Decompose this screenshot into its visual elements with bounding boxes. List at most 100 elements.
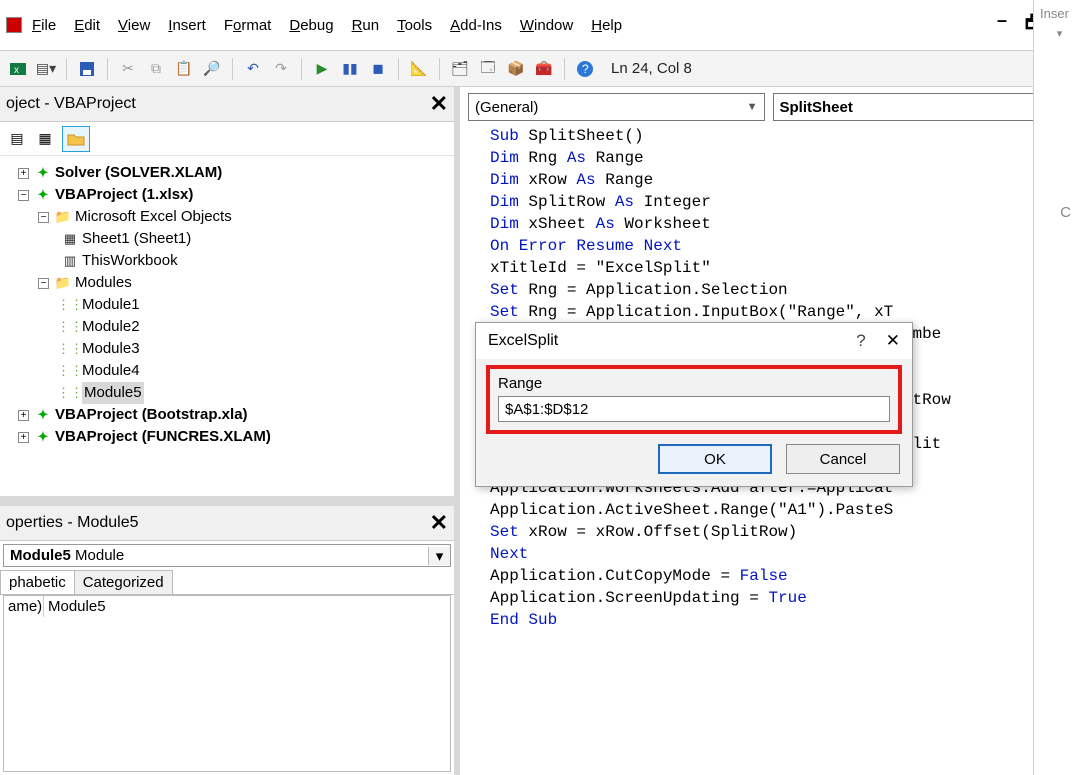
menu-help[interactable]: Help [591, 17, 622, 34]
properties-object-selector[interactable]: Module5 Module ▾ [3, 544, 451, 567]
tree-node-module3[interactable]: ⋮⋮Module3 [4, 338, 450, 360]
tree-node-bootstrap[interactable]: +✦VBAProject (Bootstrap.xla) [4, 404, 450, 426]
menu-view[interactable]: View [118, 17, 150, 34]
break-icon[interactable]: ▮▮ [338, 57, 362, 81]
module-icon: ⋮⋮ [62, 363, 78, 379]
project-explorer-title: oject - VBAProject [6, 95, 136, 113]
main-menu: File Edit View Insert Format Debug Run T… [32, 17, 622, 34]
svg-text:x: x [14, 65, 19, 76]
menu-format[interactable]: Format [224, 17, 272, 34]
properties-panel-close-icon[interactable]: ✕ [430, 510, 448, 536]
chevron-down-icon: ▾ [1034, 27, 1085, 40]
tab-categorized[interactable]: Categorized [74, 570, 173, 594]
properties-grid[interactable]: ame) Module5 [3, 595, 451, 772]
excel-icon[interactable]: x [6, 57, 30, 81]
menu-debug[interactable]: Debug [289, 17, 333, 34]
toggle-folders-icon[interactable] [62, 126, 90, 152]
dialog-titlebar[interactable]: ExcelSplit ? ✕ [476, 323, 912, 359]
view-dropdown-icon[interactable]: ▤▾ [34, 57, 58, 81]
undo-icon[interactable]: ↶ [241, 57, 265, 81]
menu-edit[interactable]: Edit [74, 17, 100, 34]
procedure-combo[interactable]: SplitSheet▼ [773, 93, 1070, 121]
object-combo[interactable]: (General)▼ [468, 93, 765, 121]
left-docked-panels: oject - VBAProject ✕ ▤ ▦ +✦Solver (SOLVE… [0, 87, 460, 775]
column-header: C [1060, 204, 1071, 221]
tree-node-module1[interactable]: ⋮⋮Module1 [4, 294, 450, 316]
module-icon: ⋮⋮ [62, 297, 78, 313]
workbook-icon: ▥ [62, 253, 78, 269]
redo-icon[interactable]: ↷ [269, 57, 293, 81]
design-mode-icon[interactable]: 📐 [407, 57, 431, 81]
tree-node-thisworkbook[interactable]: ▥ThisWorkbook [4, 250, 450, 272]
properties-panel-title: operties - Module5 [6, 514, 139, 532]
view-code-icon[interactable]: ▤ [6, 128, 28, 150]
cursor-position: Ln 24, Col 8 [611, 60, 692, 77]
collapse-icon[interactable]: − [18, 190, 29, 201]
highlighted-input-area: Range [486, 365, 902, 434]
run-icon[interactable]: ▶ [310, 57, 334, 81]
project-explorer-header: oject - VBAProject ✕ [0, 87, 454, 122]
property-row-name[interactable]: ame) Module5 [4, 596, 450, 617]
menu-file[interactable]: File [32, 17, 56, 34]
tree-node-modules-folder[interactable]: −📁Modules [4, 272, 450, 294]
ribbon-tab-label: Inser [1034, 0, 1085, 27]
chevron-down-icon[interactable]: ▼ [747, 101, 758, 113]
properties-panel: operties - Module5 ✕ Module5 Module ▾ ph… [0, 506, 454, 775]
cut-icon[interactable]: ✂ [116, 57, 140, 81]
project-icon: ✦ [35, 187, 51, 203]
tree-node-excel-objects[interactable]: −📁Microsoft Excel Objects [4, 206, 450, 228]
tree-node-vbaproject[interactable]: −✦VBAProject (1.xlsx) [4, 184, 450, 206]
main-toolbar: x ▤▾ ✂ ⧉ 📋 🔎 ↶ ↷ ▶ ▮▮ ◼ 📐 🗂 🗔 📦 🧰 ? Ln 2… [0, 51, 1085, 87]
collapse-icon[interactable]: − [38, 212, 49, 223]
menu-window[interactable]: Window [520, 17, 573, 34]
dialog-title: ExcelSplit [488, 332, 558, 350]
project-explorer-icon[interactable]: 🗂 [448, 57, 472, 81]
project-icon: ✦ [35, 165, 51, 181]
save-icon[interactable] [75, 57, 99, 81]
tree-node-module5[interactable]: ⋮⋮Module5 [4, 382, 450, 404]
svg-text:?: ? [582, 62, 589, 76]
tree-node-sheet1[interactable]: ▦Sheet1 (Sheet1) [4, 228, 450, 250]
minimize-button[interactable]: – [997, 10, 1007, 40]
ok-button[interactable]: OK [658, 444, 772, 474]
input-label: Range [498, 375, 890, 392]
menu-addins[interactable]: Add-Ins [450, 17, 502, 34]
toolbox-icon[interactable]: 🧰 [532, 57, 556, 81]
chevron-down-icon[interactable]: ▾ [428, 547, 450, 565]
tree-node-module2[interactable]: ⋮⋮Module2 [4, 316, 450, 338]
dialog-help-icon[interactable]: ? [856, 331, 865, 351]
tab-alphabetic[interactable]: phabetic [0, 570, 75, 594]
menu-tools[interactable]: Tools [397, 17, 432, 34]
app-icon [6, 17, 22, 33]
horizontal-splitter[interactable] [0, 496, 454, 506]
find-icon[interactable]: 🔎 [200, 57, 224, 81]
project-icon: ✦ [35, 429, 51, 445]
menu-run[interactable]: Run [352, 17, 380, 34]
tree-node-funcres[interactable]: +✦VBAProject (FUNCRES.XLAM) [4, 426, 450, 448]
help-icon[interactable]: ? [573, 57, 597, 81]
folder-icon: 📁 [55, 209, 71, 225]
object-browser-icon[interactable]: 📦 [504, 57, 528, 81]
properties-window-icon[interactable]: 🗔 [476, 57, 500, 81]
project-explorer-close-icon[interactable]: ✕ [430, 91, 448, 117]
expand-icon[interactable]: + [18, 432, 29, 443]
properties-object-type: Module [71, 547, 124, 564]
cancel-button[interactable]: Cancel [786, 444, 900, 474]
paste-icon[interactable]: 📋 [172, 57, 196, 81]
project-icon: ✦ [35, 407, 51, 423]
copy-icon[interactable]: ⧉ [144, 57, 168, 81]
dialog-close-icon[interactable]: ✕ [886, 331, 900, 351]
tree-node-module4[interactable]: ⋮⋮Module4 [4, 360, 450, 382]
expand-icon[interactable]: + [18, 410, 29, 421]
view-object-icon[interactable]: ▦ [34, 128, 56, 150]
collapse-icon[interactable]: − [38, 278, 49, 289]
menu-insert[interactable]: Insert [168, 17, 206, 34]
property-value[interactable]: Module5 [44, 596, 450, 617]
range-input[interactable] [498, 396, 890, 422]
properties-object-name: Module5 [10, 547, 71, 564]
reset-icon[interactable]: ◼ [366, 57, 390, 81]
tree-node-solver[interactable]: +✦Solver (SOLVER.XLAM) [4, 162, 450, 184]
module-icon: ⋮⋮ [62, 319, 78, 335]
expand-icon[interactable]: + [18, 168, 29, 179]
project-tree[interactable]: +✦Solver (SOLVER.XLAM) −✦VBAProject (1.x… [0, 156, 454, 496]
